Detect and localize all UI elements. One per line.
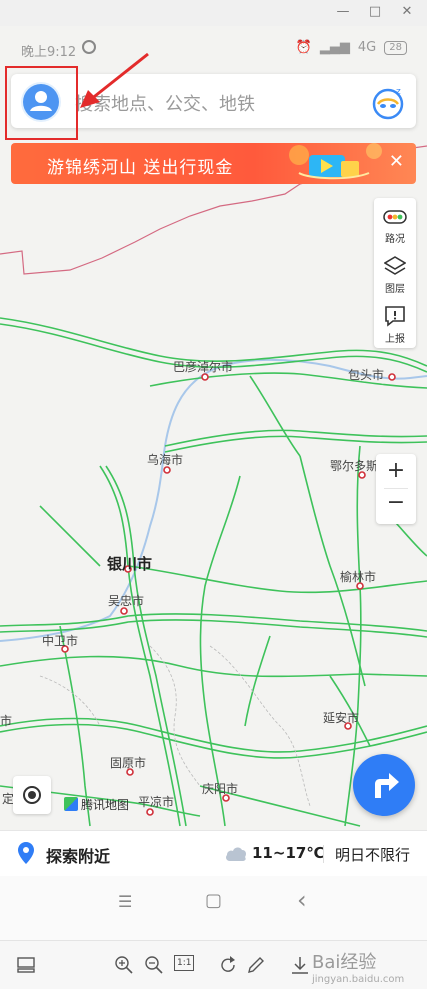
traffic-restriction[interactable]: 明日不限行 bbox=[335, 844, 410, 865]
location-pin-icon bbox=[18, 842, 34, 864]
promo-text: 游锦绣河山 送出行现金 bbox=[47, 158, 234, 178]
annotation-arrow-icon bbox=[80, 52, 149, 108]
report-label: 上报 bbox=[385, 334, 405, 345]
city-label-partial-left: 市 bbox=[0, 714, 13, 728]
city-marker[interactable] bbox=[388, 373, 396, 381]
map-tools-panel: 路况 图层 上报 bbox=[374, 198, 416, 348]
route-navigation-button[interactable] bbox=[353, 754, 415, 816]
home-icon[interactable]: ▢ bbox=[205, 890, 222, 911]
city-label-wuzhong: 吴忠市 bbox=[108, 594, 145, 608]
status-bar: 晚上9:12 ⏰ ▂▄▆ 4G 28 bbox=[0, 36, 427, 62]
svg-text:z: z bbox=[396, 87, 401, 97]
watermark-main: Bai经验 bbox=[312, 952, 377, 973]
promo-close-icon[interactable]: ✕ bbox=[389, 151, 404, 172]
zoom-out-icon[interactable] bbox=[144, 955, 164, 975]
weather-temperature[interactable]: 11~17℃ bbox=[252, 844, 324, 862]
city-label-zhongwei: 中卫市 bbox=[42, 634, 79, 648]
status-time: 晚上9:12 bbox=[21, 45, 77, 60]
menu-icon[interactable]: ☰ bbox=[118, 892, 132, 911]
signal-icon: ▂▄▆ bbox=[319, 40, 350, 55]
layers-button[interactable]: 图层 bbox=[374, 248, 416, 298]
rotate-icon[interactable] bbox=[218, 955, 238, 975]
zoom-in-icon[interactable] bbox=[114, 955, 134, 975]
city-label-guyuan: 固原市 bbox=[110, 756, 147, 770]
divider bbox=[323, 845, 324, 863]
gift-art-icon bbox=[289, 143, 382, 180]
baidu-jingyan-watermark: Bai经验 jingyan.baidu.com bbox=[312, 948, 404, 985]
zoom-out-button[interactable]: − bbox=[376, 490, 416, 515]
turn-arrow-icon bbox=[375, 773, 399, 798]
close-window-icon[interactable]: ✕ bbox=[398, 3, 416, 21]
actual-size-button[interactable]: 1:1 bbox=[174, 955, 195, 971]
zoom-in-button[interactable]: + bbox=[376, 458, 416, 483]
battery-level: 28 bbox=[384, 40, 407, 55]
city-label-qingyang: 庆阳市 bbox=[202, 782, 239, 796]
zoom-divider bbox=[384, 488, 408, 489]
thumbnail-icon[interactable] bbox=[16, 955, 36, 975]
city-label-ordos: 鄂尔多斯 bbox=[330, 459, 379, 473]
city-label-wuhai: 乌海市 bbox=[147, 453, 184, 467]
tencent-maps-logo: 腾讯地图 bbox=[64, 796, 129, 813]
brand-text: 腾讯地图 bbox=[81, 798, 130, 812]
cloud-icon bbox=[226, 847, 246, 861]
minimize-icon[interactable]: — bbox=[334, 3, 352, 21]
download-icon[interactable] bbox=[290, 955, 310, 975]
tencent-maps-icon bbox=[64, 797, 78, 811]
city-label-baotou: 包头市 bbox=[348, 368, 385, 382]
watermark-sub: jingyan.baidu.com bbox=[312, 974, 405, 985]
explore-nearby-button[interactable]: 探索附近 bbox=[46, 843, 110, 867]
maximize-icon[interactable]: □ bbox=[366, 3, 384, 21]
city-label-yinchuan: 银川市 bbox=[107, 555, 153, 573]
promo-banner[interactable]: 游锦绣河山 送出行现金 ✕ bbox=[11, 143, 416, 184]
annotation-highlight-box bbox=[5, 66, 78, 140]
city-label-pingliang: 平凉市 bbox=[138, 795, 175, 809]
zoom-control: + − bbox=[376, 454, 416, 524]
report-button[interactable]: 上报 bbox=[374, 298, 416, 348]
layers-label: 图层 bbox=[385, 284, 405, 295]
bottom-info-panel: 探索附近 11~17℃ 明日不限行 bbox=[0, 830, 427, 877]
traffic-label: 路况 bbox=[385, 234, 405, 245]
phone-screen: 巴彦淖尔市 包头市 乌海市 鄂尔多斯 银川市 榆林市 吴忠市 中卫市 延安市 固… bbox=[0, 26, 427, 940]
locate-icon bbox=[23, 786, 41, 804]
alarm-icon: ⏰ bbox=[295, 40, 312, 55]
window-title-bar: — □ ✕ bbox=[0, 0, 427, 26]
layers-icon bbox=[384, 256, 406, 275]
network-type: 4G bbox=[357, 40, 377, 55]
report-icon bbox=[385, 306, 405, 327]
system-navigation-bar: ☰ ▢ ‹ bbox=[0, 876, 427, 940]
edit-pencil-icon[interactable] bbox=[246, 955, 266, 975]
traffic-icon bbox=[383, 210, 407, 224]
traffic-button[interactable]: 路况 bbox=[374, 198, 416, 248]
city-label-yanan: 延安市 bbox=[323, 711, 360, 725]
city-label-bayannur: 巴彦淖尔市 bbox=[173, 360, 234, 374]
voice-assistant-icon[interactable]: z bbox=[370, 84, 406, 120]
city-label-yulin: 榆林市 bbox=[340, 570, 377, 584]
locate-me-button[interactable] bbox=[13, 776, 51, 814]
back-icon[interactable]: ‹ bbox=[297, 886, 307, 914]
